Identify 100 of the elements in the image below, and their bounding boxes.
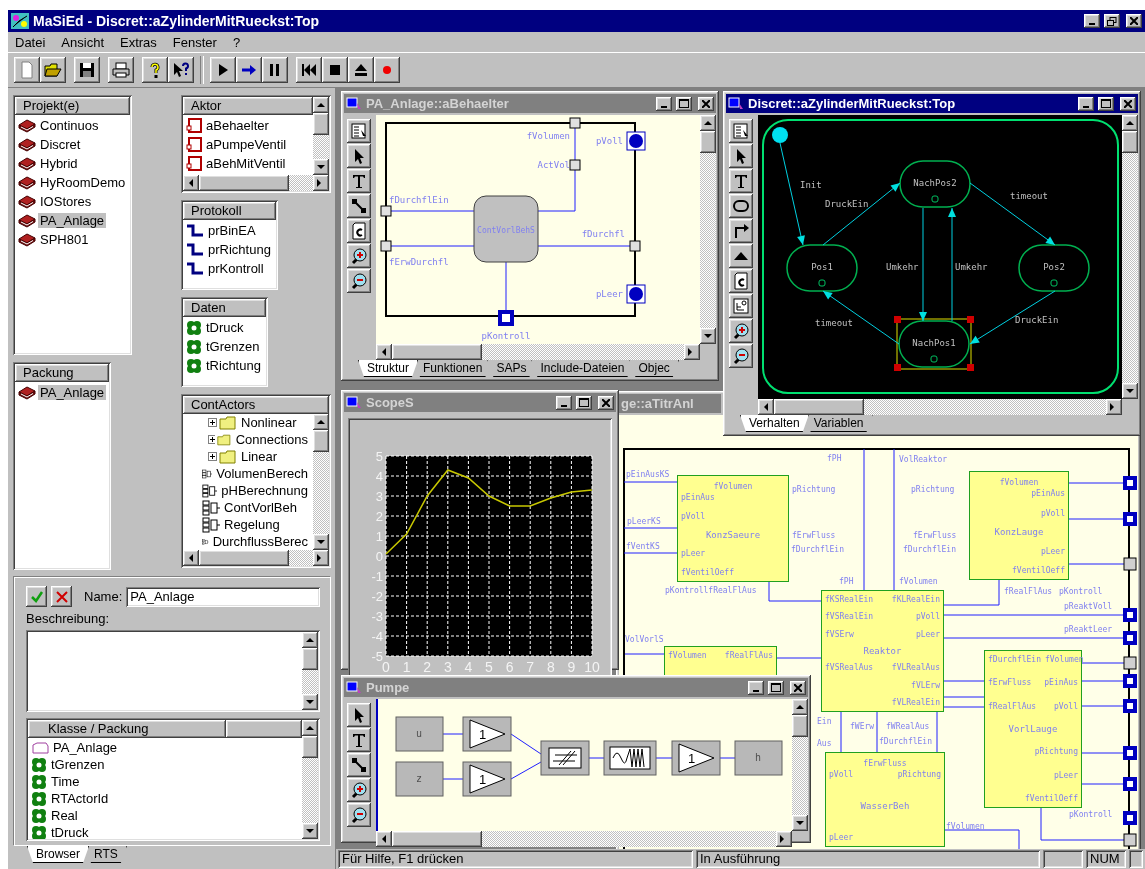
tree-item[interactable]: Nonlinear	[186, 414, 310, 431]
list-item[interactable]: aBehaelter	[186, 116, 310, 135]
list-item[interactable]: Time	[31, 773, 299, 790]
list-item[interactable]: tRichtung	[186, 356, 263, 375]
list-item[interactable]: PA_Anlage	[31, 739, 299, 756]
tree-item[interactable]: Connections	[186, 431, 310, 448]
connection-label: fWErw	[850, 722, 875, 732]
connection-label: fPH	[839, 577, 854, 587]
list-item[interactable]: tDruck	[186, 318, 263, 337]
name-label: Name:	[84, 589, 123, 604]
port-label: ActVol	[537, 160, 570, 170]
block-label: KonzSaeure	[705, 530, 761, 540]
port-label: pRichtung	[897, 769, 941, 780]
list-item[interactable]: tGrenzen	[31, 756, 299, 773]
tree-item[interactable]: Linear	[186, 448, 310, 465]
port-label: fDurchflEin	[988, 654, 1041, 665]
menu-item[interactable]: Ansicht	[60, 34, 105, 50]
menu-item[interactable]: Extras	[119, 34, 158, 50]
port-label: fVolumen	[999, 478, 1039, 487]
tree-item[interactable]: VolumenBerech	[186, 465, 310, 482]
list-item[interactable]: SPH801	[18, 230, 128, 249]
port-label: pLeer	[595, 289, 623, 299]
connection-label: pEinAusKS	[626, 470, 670, 480]
port-label: fVentilOeff	[681, 567, 734, 578]
list-item[interactable]: HyRoomDemo	[18, 173, 128, 192]
window-title: ScopeS	[366, 395, 414, 410]
list-item[interactable]: RTActorId	[31, 790, 299, 807]
port-label: pVoll	[1040, 507, 1065, 519]
list-item[interactable]: Discret	[18, 135, 128, 154]
tab[interactable]: Objec	[629, 360, 679, 377]
status-text: In Ausführung	[696, 850, 1040, 868]
port-label: pVoll	[595, 136, 623, 146]
list-item[interactable]: tGrenzen	[186, 337, 263, 356]
state-node[interactable]: NachPos2	[899, 160, 971, 208]
app-title: MaSiEd - Discret::aZylinderMitRueckst:Top	[33, 13, 319, 29]
list-item[interactable]: PA_Anlage	[18, 211, 128, 230]
list-item[interactable]: prKontroll	[186, 259, 273, 278]
list-item[interactable]: aPumpeVentil	[186, 135, 310, 154]
block-label: h	[755, 752, 761, 763]
status-text: Für Hilfe, F1 drücken	[338, 850, 693, 868]
connection-label: fDurchflEin	[903, 545, 956, 555]
port-label: pVoll	[681, 511, 706, 522]
tree-item[interactable]: pHBerechnung	[186, 482, 310, 499]
connection-label: fRealFlAus	[1004, 587, 1053, 597]
connection-label: fVentKS	[626, 542, 660, 552]
state-node[interactable]: Pos1	[786, 244, 858, 292]
transition-label: DruckEin	[1015, 315, 1059, 325]
tab[interactable]: Struktur	[358, 360, 418, 377]
list-item[interactable]: IOStores	[18, 192, 128, 211]
connection-label: fWRealAus	[886, 722, 930, 732]
connection-label: fDurchflEin	[879, 737, 932, 747]
port-label: fErwFluss	[863, 759, 907, 768]
name-field[interactable]: PA_Anlage	[126, 586, 320, 607]
block-label: 1	[688, 751, 696, 766]
connection-label: pLeerKS	[627, 517, 661, 527]
panel-header: ContActors	[183, 396, 329, 414]
tree-item[interactable]: DurchflussBerec	[186, 533, 310, 550]
connection-label: fVolumen	[946, 822, 985, 832]
list-item[interactable]: Continuos	[18, 116, 128, 135]
menu-item[interactable]: Datei	[14, 34, 47, 50]
state-node[interactable]: Pos2	[1018, 244, 1090, 292]
connection-label: fErwFluss	[792, 531, 836, 541]
tab[interactable]: Verhalten	[740, 415, 809, 432]
connection-label: fDurchflEin	[791, 545, 844, 555]
connection-label: Ein	[817, 717, 832, 727]
list-item[interactable]: prRichtung	[186, 240, 273, 259]
block-label: WasserBeh	[860, 801, 910, 811]
port-label: fVolumen	[668, 650, 707, 661]
transition-label: timeout	[1010, 191, 1048, 201]
panel-header: Daten	[183, 299, 266, 317]
transition-label: Umkehr	[955, 262, 988, 272]
column-header[interactable]: Klasse / Packung	[28, 720, 226, 738]
list-item[interactable]: aBehMitVentil	[186, 154, 310, 173]
port-label: fVSRealEin	[825, 611, 874, 623]
port-label: fVentilOeff	[1025, 792, 1078, 804]
block-label: VorlLauge	[1008, 724, 1058, 734]
menu-item[interactable]: ?	[231, 34, 242, 50]
port-label: fVentilOeff	[1012, 565, 1065, 576]
block-label: 1	[479, 772, 487, 787]
window-title-bar[interactable]: Discret::aZylinderMitRueckst:Top	[726, 94, 1138, 113]
state-label: Pos2	[1043, 262, 1065, 272]
window-title: ge::aTitrAnl	[621, 396, 694, 411]
connection-label: pReaktLeer	[1064, 625, 1113, 635]
list-item[interactable]: prBinEA	[186, 221, 273, 240]
connection-label: Aus	[817, 739, 832, 749]
tree-item[interactable]: Regelung	[186, 516, 310, 533]
port-label: fErwDurchfl	[389, 257, 449, 267]
list-item[interactable]: tDruck	[31, 824, 299, 839]
window-title: Pumpe	[366, 680, 410, 695]
port-label: pVoll	[829, 769, 854, 780]
menu-item[interactable]: Fenster	[171, 34, 218, 50]
tab[interactable]: Browser	[27, 846, 89, 863]
block-label: ContVorlBehS	[477, 226, 535, 235]
tree-item[interactable]: ContVorlBeh	[186, 499, 310, 516]
connection-label: VolReaktor	[899, 455, 948, 465]
connection-label: fErwFluss	[913, 531, 957, 541]
list-item[interactable]: Real	[31, 807, 299, 824]
port-label: fVLErw	[911, 679, 940, 691]
connection-label: pRichtung	[911, 485, 955, 495]
list-item[interactable]: Hybrid	[18, 154, 128, 173]
